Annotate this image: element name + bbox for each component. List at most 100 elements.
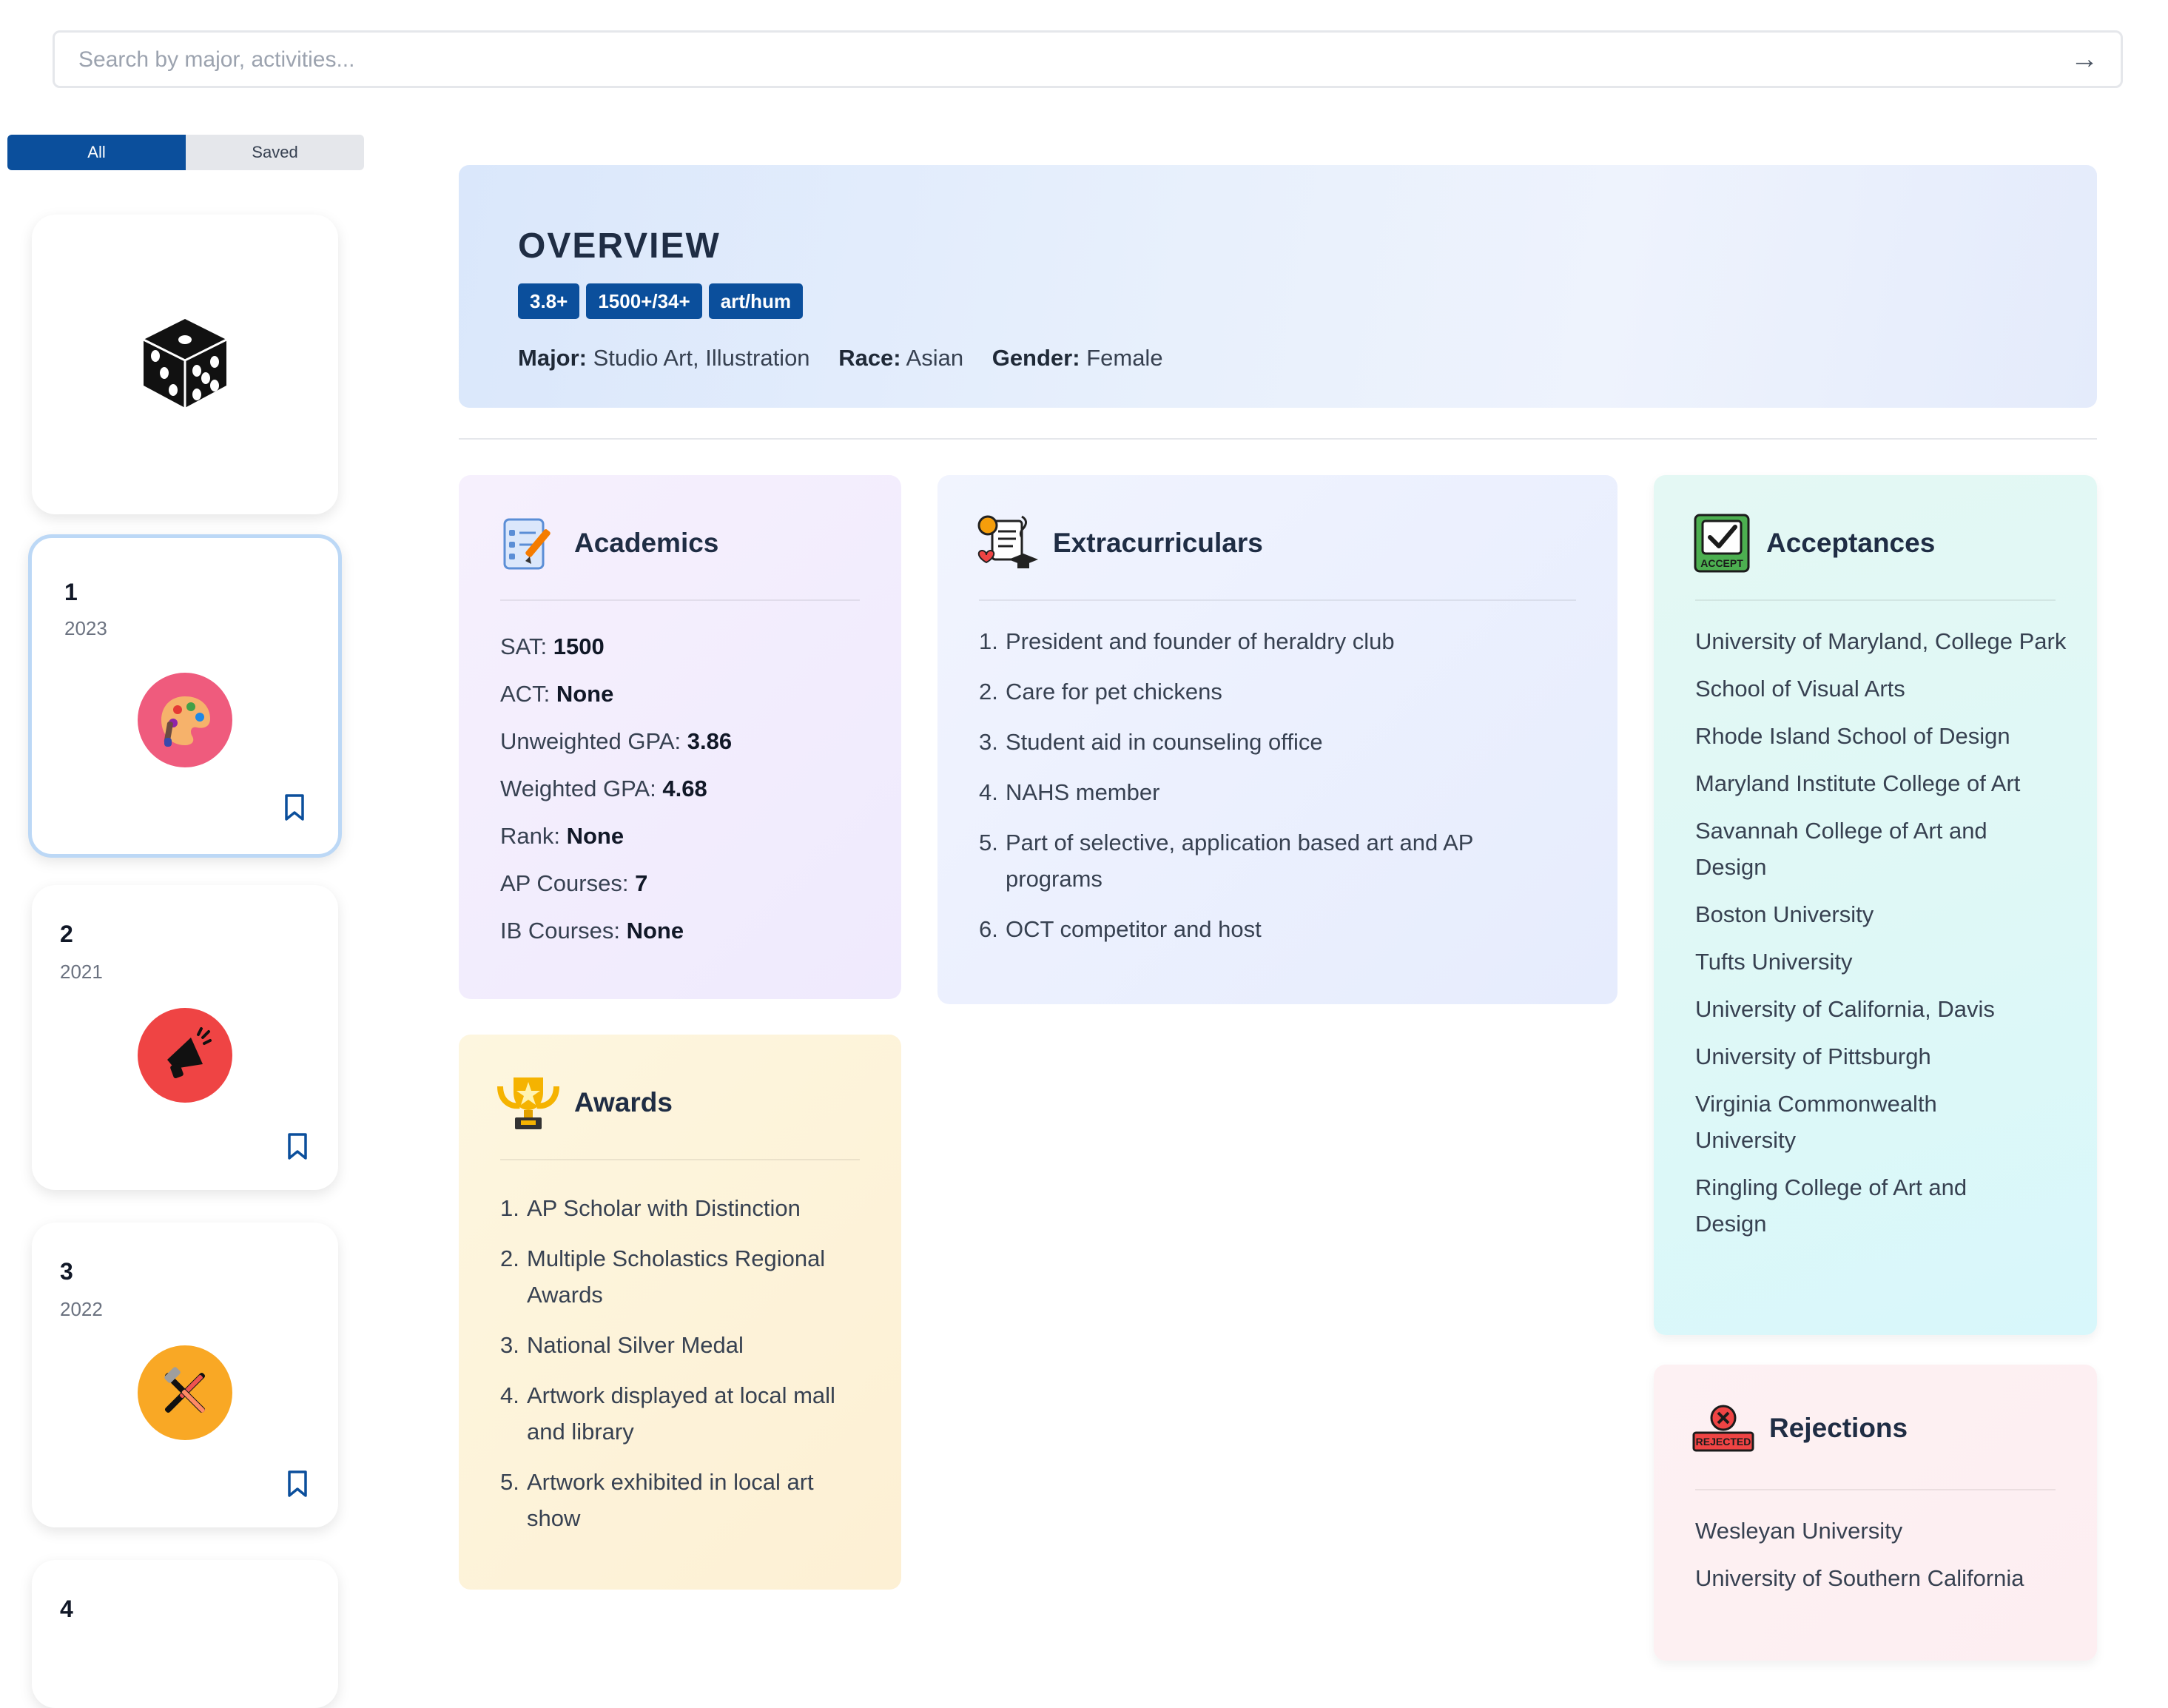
acceptances-title: Acceptances — [1766, 528, 1936, 558]
profile-card-2[interactable]: 2 2021 — [32, 885, 338, 1190]
stat-label: Weighted GPA: — [500, 776, 656, 801]
list-item: Savannah College of Art and Design — [1695, 818, 1987, 880]
stat-value: None — [566, 823, 625, 849]
list-item: 6. OCT competitor and host — [979, 916, 1262, 942]
list-item-text: Artwork displayed at local mall and libr… — [527, 1382, 835, 1445]
rejections-card: REJECTED Rejections Wesleyan University … — [1654, 1365, 2097, 1661]
list-item: University of California, Davis — [1695, 996, 1995, 1022]
list-item-text: Care for pet chickens — [1006, 679, 1222, 705]
awards-card: Awards 1. AP Scholar with Distinction 2. M… — [459, 1035, 901, 1590]
megaphone-icon — [138, 1008, 232, 1103]
list-item: Virginia Commonwealth University — [1695, 1091, 1937, 1153]
list-item: 2. Care for pet chickens — [979, 679, 1222, 705]
tab-saved[interactable]: Saved — [186, 135, 364, 170]
academics-card: Academics SAT: 1500 ACT: None Unweighted… — [459, 475, 901, 999]
section-divider — [500, 1159, 860, 1160]
section-divider — [1695, 1489, 2056, 1490]
stat-unweighted-gpa: Unweighted GPA: 3.86 — [500, 718, 864, 765]
stat-ib-courses: IB Courses: None — [500, 907, 864, 955]
list-item: Tufts University — [1695, 949, 1853, 975]
list-item-text: Student aid in counseling office — [1006, 729, 1323, 755]
stat-label: AP Courses: — [500, 870, 629, 896]
list-item: Rhode Island School of Design — [1695, 723, 2010, 749]
list-item: Maryland Institute College of Art — [1695, 770, 2021, 796]
acceptances-card: ACCEPT Acceptances University of Marylan… — [1654, 475, 2097, 1335]
stat-value: 3.86 — [687, 728, 733, 754]
activities-icon — [977, 515, 1038, 568]
major-value: Studio Art, Illustration — [593, 345, 810, 371]
extracurriculars-title: Extracurriculars — [1053, 528, 1263, 558]
dice-icon — [143, 319, 227, 408]
reject-stamp-icon: REJECTED — [1692, 1405, 1754, 1452]
list-item: 1. AP Scholar with Distinction — [500, 1195, 801, 1221]
list-item: 5. Artwork exhibited in local art show — [500, 1469, 814, 1531]
list-item: 4. Artwork displayed at local mall and li… — [500, 1382, 835, 1445]
stat-act: ACT: None — [500, 670, 864, 718]
awards-list: 1. AP Scholar with Distinction 2. Multiple… — [500, 1190, 864, 1550]
profile-year: 2021 — [60, 961, 103, 983]
list-item-text: President and founder of heraldry club — [1006, 628, 1395, 654]
list-item: 3. National Silver Medal — [500, 1332, 744, 1358]
list-item: Ringling College of Art and Design — [1695, 1174, 1967, 1237]
list-item-text: Part of selective, application based art… — [1006, 830, 1473, 892]
trophy-icon — [497, 1077, 559, 1129]
stat-label: SAT: — [500, 633, 548, 659]
stat-value: 4.68 — [662, 776, 707, 801]
list-item: University of Pittsburgh — [1695, 1043, 1931, 1069]
accept-stamp-text: ACCEPT — [1700, 557, 1743, 569]
list-item: 1. President and founder of heraldry club — [979, 628, 1395, 654]
section-divider — [500, 599, 860, 601]
reject-stamp-text: REJECTED — [1696, 1436, 1751, 1448]
list-item-text: Artwork exhibited in local art show — [527, 1469, 814, 1531]
art-palette-icon — [138, 673, 232, 767]
gpa-badge: 3.8+ — [518, 283, 580, 319]
awards-title: Awards — [574, 1087, 673, 1117]
section-divider — [979, 599, 1576, 601]
search-input[interactable] — [77, 33, 2041, 87]
stat-rank: Rank: None — [500, 813, 864, 860]
profile-number: 2 — [60, 921, 73, 947]
bookmark-icon[interactable] — [286, 1470, 309, 1498]
section-divider — [1695, 599, 2056, 601]
stat-label: ACT: — [500, 681, 551, 707]
tab-all[interactable]: All — [7, 135, 186, 170]
stat-value: None — [626, 918, 684, 944]
extracurriculars-card: Extracurriculars 1. President and founder… — [937, 475, 1617, 1004]
bookmark-icon[interactable] — [286, 1132, 309, 1160]
extracurriculars-list: 1. President and founder of heraldry club… — [979, 623, 1580, 961]
overview-badges: 3.8+ 1500+/34+ art/hum — [518, 283, 804, 319]
profile-year: 2023 — [64, 617, 107, 639]
profile-number: 1 — [64, 579, 78, 605]
list-item-text: National Silver Medal — [527, 1332, 744, 1358]
list-item: University of Southern California — [1695, 1565, 2024, 1591]
profile-card-1[interactable]: 1 2023 — [28, 534, 342, 858]
list-item: Boston University — [1695, 901, 1874, 927]
bookmark-icon[interactable] — [283, 793, 306, 821]
overview-panel: OVERVIEW 3.8+ 1500+/34+ art/hum Major: S… — [459, 165, 2097, 408]
list-item: School of Visual Arts — [1695, 676, 1905, 702]
major-label: Major: — [518, 345, 587, 371]
stat-weighted-gpa: Weighted GPA: 4.68 — [500, 765, 864, 813]
profile-number: 3 — [60, 1258, 73, 1285]
checklist-icon — [503, 518, 551, 570]
academics-stats: SAT: 1500 ACT: None Unweighted GPA: 3.86… — [500, 623, 864, 955]
list-item: 4. NAHS member — [979, 779, 1160, 805]
arrow-right-icon[interactable]: → — [2070, 44, 2098, 74]
stat-ap-courses: AP Courses: 7 — [500, 860, 864, 907]
stat-label: Rank: — [500, 823, 560, 849]
profile-card-4[interactable]: 4 — [32, 1560, 338, 1708]
stat-value: 7 — [635, 870, 648, 896]
academics-title: Academics — [574, 528, 719, 558]
tools-icon — [138, 1345, 232, 1440]
list-item-text: OCT competitor and host — [1006, 916, 1262, 942]
search-bar: → — [53, 30, 2123, 88]
rejections-list: Wesleyan University University of Southe… — [1695, 1513, 2060, 1607]
accept-stamp-icon: ACCEPT — [1694, 514, 1750, 573]
list-item: University of Maryland, College Park — [1695, 628, 2067, 654]
overview-title: OVERVIEW — [518, 226, 721, 266]
list-item: Wesleyan University — [1695, 1518, 1903, 1544]
list-item: 3. Student aid in counseling office — [979, 729, 1323, 755]
profile-year: 2022 — [60, 1298, 103, 1320]
profile-card-3[interactable]: 3 2022 — [32, 1223, 338, 1527]
random-profile-card[interactable] — [32, 215, 338, 514]
